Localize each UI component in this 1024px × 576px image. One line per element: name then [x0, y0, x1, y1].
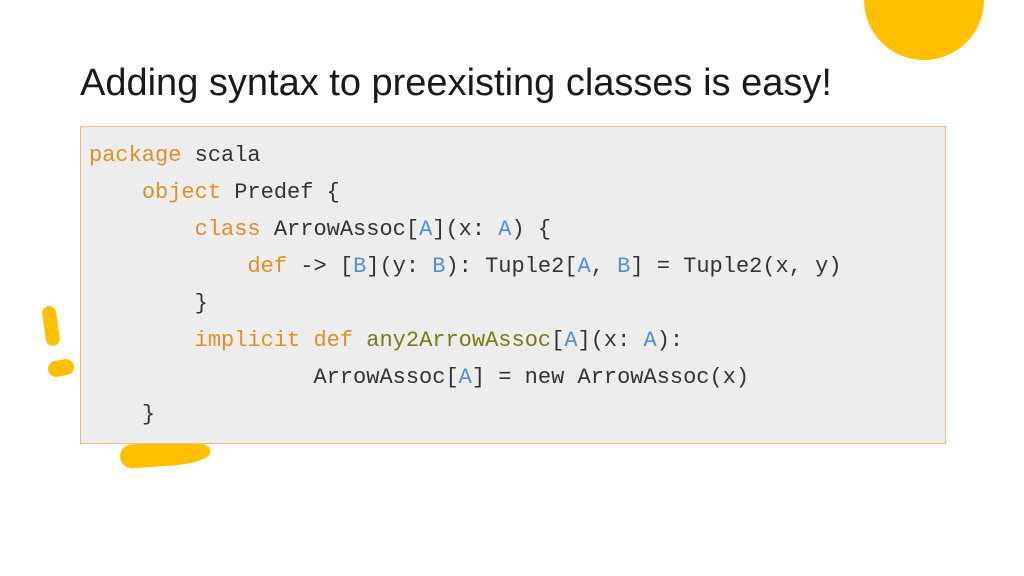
type-param: A — [578, 254, 591, 279]
brace-close: } — [142, 402, 155, 427]
type-param: A — [564, 328, 577, 353]
type-param: A — [498, 217, 511, 242]
class-name: ArrowAssoc[ — [261, 217, 419, 242]
type-param: A — [459, 365, 472, 390]
type-param: A — [419, 217, 432, 242]
slide-title: Adding syntax to preexisting classes is … — [80, 62, 832, 105]
decorative-brush-stroke — [47, 358, 75, 378]
keyword-def: def — [247, 254, 287, 279]
keyword-object: object — [142, 180, 221, 205]
decorative-circle — [864, 0, 984, 60]
keyword-package: package — [89, 143, 181, 168]
keyword-def: def — [313, 328, 353, 353]
brace-close: } — [195, 291, 208, 316]
type-param: A — [644, 328, 657, 353]
type-param: B — [617, 254, 630, 279]
decorative-brush-stroke — [41, 305, 60, 347]
return-type: ArrowAssoc[ — [313, 365, 458, 390]
method-arrow: -> [ — [287, 254, 353, 279]
keyword-implicit: implicit — [195, 328, 301, 353]
keyword-class: class — [195, 217, 261, 242]
code-block: package scala object Predef { class Arro… — [80, 126, 946, 444]
object-name: Predef { — [221, 180, 340, 205]
type-param: B — [432, 254, 445, 279]
package-name: scala — [181, 143, 260, 168]
function-name: any2ArrowAssoc — [366, 328, 551, 353]
type-param: B — [353, 254, 366, 279]
